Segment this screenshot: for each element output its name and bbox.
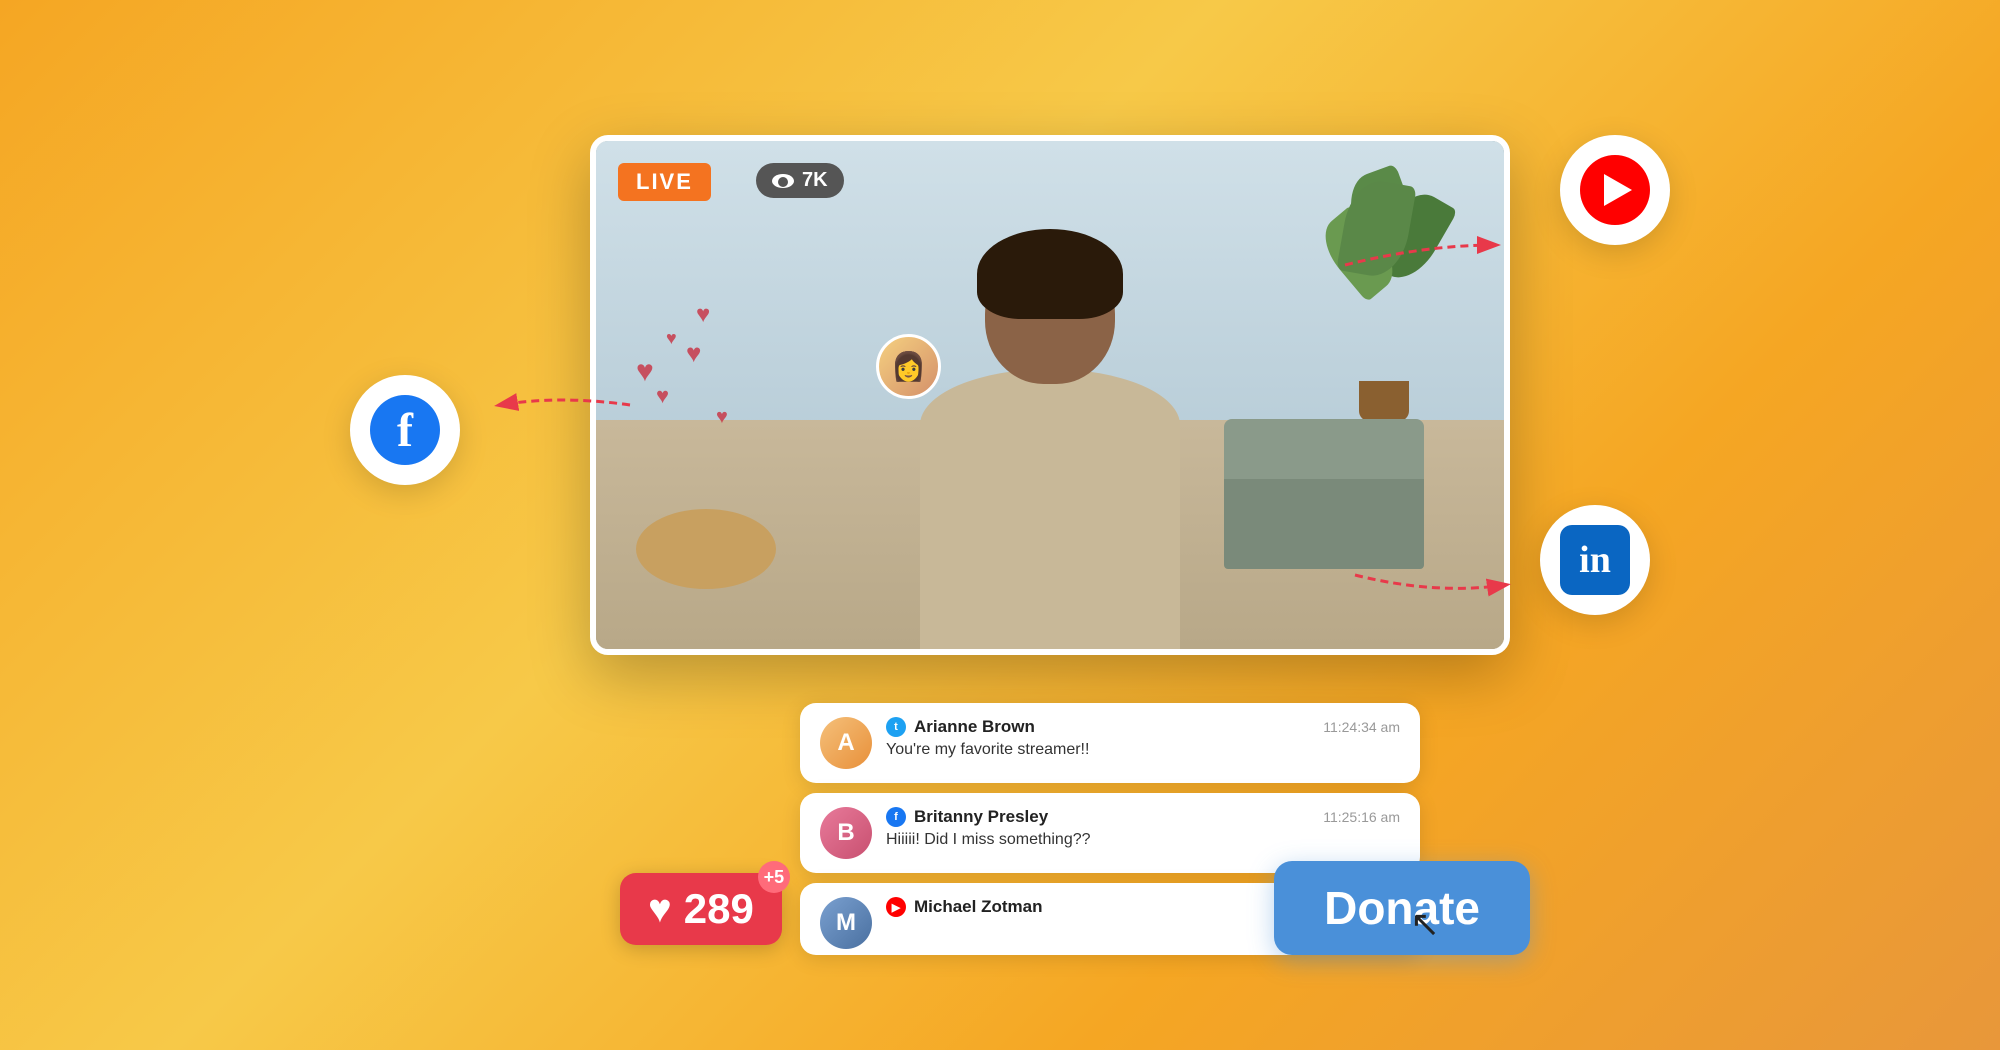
table-decoration [636, 509, 776, 589]
avatar-arianne: A [820, 717, 872, 769]
message-author-3: ▶ Michael Zotman [886, 897, 1042, 917]
youtube-play-icon [1604, 174, 1632, 206]
live-badge: LIVE [618, 163, 711, 201]
message-content-2: f Britanny Presley 11:25:16 am Hiiiii! D… [886, 807, 1400, 849]
heart-icon: ♥ [716, 406, 728, 429]
avatar-michael: M [820, 897, 872, 949]
likes-heart-icon: ♥ [648, 887, 672, 932]
message-header-2: f Britanny Presley 11:25:16 am [886, 807, 1400, 827]
heart-icon: ♥ [666, 328, 677, 349]
chat-message-1: A t Arianne Brown 11:24:34 am You're my … [800, 703, 1420, 783]
plant-decoration [1324, 171, 1444, 421]
video-player: 👩 ♥ ♥ ♥ ♥ ♥ ♥ LIVE 7K [590, 135, 1510, 655]
message-text-2: Hiiiii! Did I miss something?? [886, 831, 1400, 849]
heart-icon: ♥ [686, 338, 701, 369]
couch-decoration [1224, 469, 1424, 569]
youtube-platform-icon: ▶ [886, 897, 906, 917]
viewers-eye-icon [772, 174, 794, 188]
heart-icon: ♥ [636, 355, 654, 389]
message-text-1: You're my favorite streamer!! [886, 741, 1400, 759]
viewers-badge: 7K [756, 163, 844, 198]
heart-icon: ♥ [696, 301, 710, 329]
linkedin-logo: in [1560, 525, 1630, 595]
streamer-person [880, 169, 1220, 649]
video-background: 👩 ♥ ♥ ♥ ♥ ♥ ♥ [596, 141, 1504, 649]
message-time-2: 11:25:16 am [1323, 809, 1400, 825]
likes-increment-badge: +5 [758, 861, 790, 893]
youtube-social-circle[interactable] [1560, 135, 1670, 245]
main-scene: 👩 ♥ ♥ ♥ ♥ ♥ ♥ LIVE 7K ♥ 289 +5 [450, 75, 1550, 975]
twitter-icon: t [886, 717, 906, 737]
message-author-1: t Arianne Brown [886, 717, 1035, 737]
message-header-1: t Arianne Brown 11:24:34 am [886, 717, 1400, 737]
linkedin-social-circle[interactable]: in [1540, 505, 1650, 615]
facebook-logo: f [370, 395, 440, 465]
pip-avatar: 👩 [876, 334, 941, 399]
donate-button[interactable]: Donate [1274, 861, 1530, 955]
cursor-pointer: ↖ [1410, 903, 1440, 945]
likes-counter: ♥ 289 +5 [620, 873, 782, 945]
message-content-1: t Arianne Brown 11:24:34 am You're my fa… [886, 717, 1400, 759]
heart-icon: ♥ [656, 383, 669, 409]
facebook-social-circle[interactable]: f [350, 375, 460, 485]
facebook-platform-icon: f [886, 807, 906, 827]
avatar-britanny: B [820, 807, 872, 859]
message-author-2: f Britanny Presley [886, 807, 1048, 827]
youtube-logo [1580, 155, 1650, 225]
message-time-1: 11:24:34 am [1323, 719, 1400, 735]
